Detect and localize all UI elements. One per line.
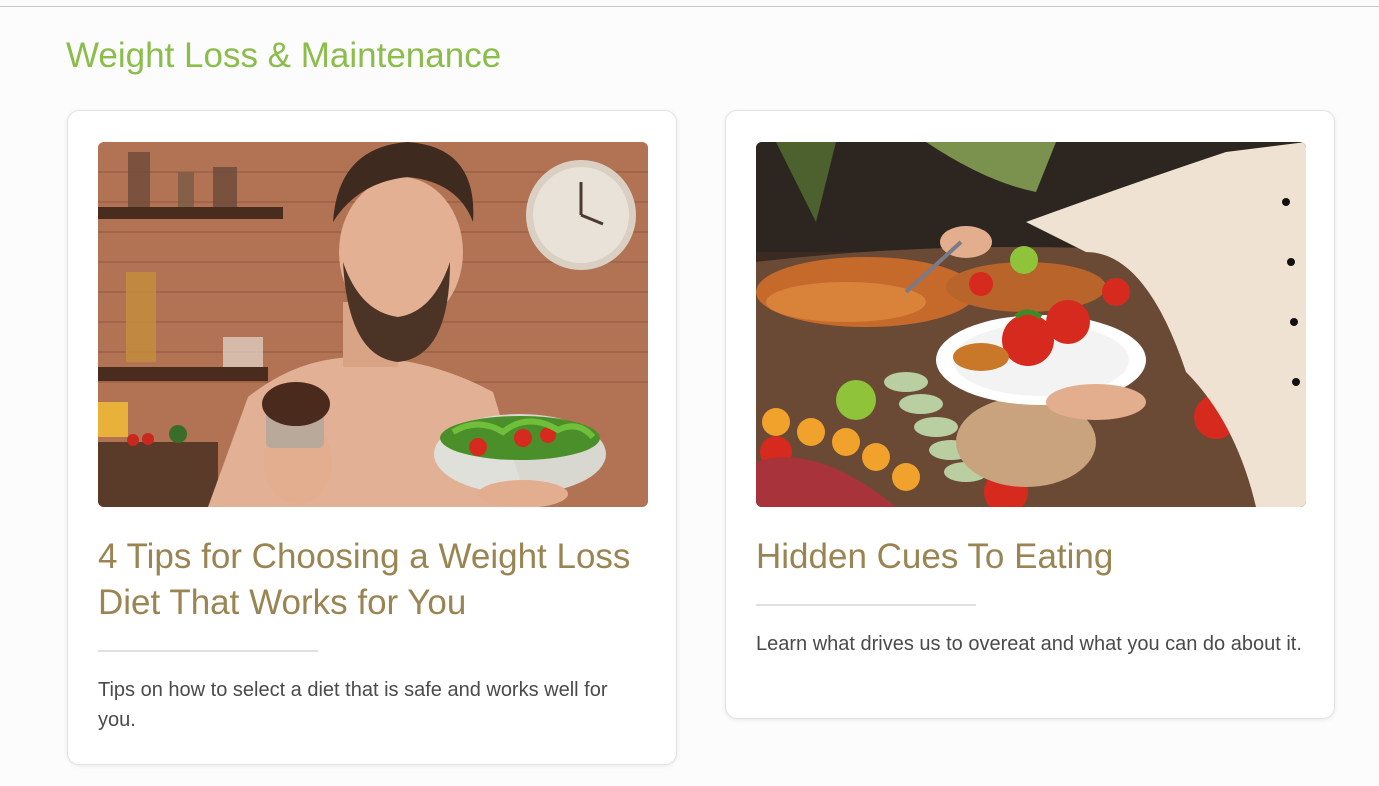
top-divider [0,6,1379,7]
article-title[interactable]: Hidden Cues To Eating [756,534,1316,580]
article-image[interactable] [756,142,1306,507]
article-title[interactable]: 4 Tips for Choosing a Weight Loss Diet T… [98,534,658,626]
article-description: Learn what drives us to overeat and what… [756,633,1302,655]
section-title[interactable]: Weight Loss & Maintenance [66,34,501,78]
title-divider [98,650,318,652]
article-card[interactable]: Hidden Cues To Eating Learn what drives … [725,110,1335,719]
article-description: Tips on how to select a diet that is saf… [98,679,608,731]
article-card[interactable]: 4 Tips for Choosing a Weight Loss Diet T… [67,110,677,765]
title-divider [756,604,976,606]
article-image[interactable] [98,142,648,507]
